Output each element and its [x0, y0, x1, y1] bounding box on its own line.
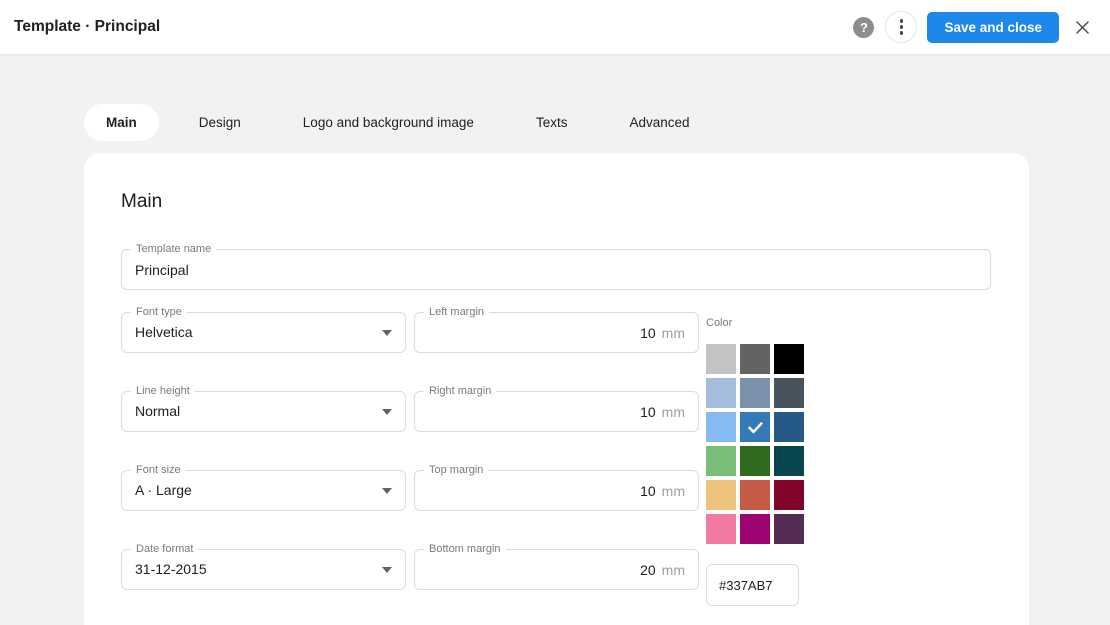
kebab-menu-icon: [900, 19, 904, 23]
color-swatch[interactable]: [740, 480, 770, 510]
field-label: Date format: [131, 543, 198, 556]
color-swatch-selected[interactable]: [740, 412, 770, 442]
check-icon: [746, 418, 765, 437]
field-label: Left margin: [424, 306, 489, 319]
margin-unit: mm: [662, 404, 685, 420]
section-heading: Main: [121, 191, 991, 213]
margin-value: 10: [640, 404, 656, 420]
help-icon: ?: [860, 20, 868, 35]
settings-card: Main Template name Font type Helvetica L…: [84, 153, 1029, 625]
margin-value: 10: [640, 483, 656, 499]
line-height-select[interactable]: Line height Normal: [121, 391, 406, 432]
color-swatch[interactable]: [740, 514, 770, 544]
chevron-down-icon: [382, 488, 392, 494]
field-label: Bottom margin: [424, 543, 506, 556]
save-and-close-button[interactable]: Save and close: [927, 12, 1059, 43]
color-swatch[interactable]: [706, 480, 736, 510]
margin-unit: mm: [662, 483, 685, 499]
margin-value: 10: [640, 325, 656, 341]
top-bar: Template · Principal ? Save and close: [0, 0, 1110, 55]
margin-unit: mm: [662, 325, 685, 341]
color-swatch[interactable]: [774, 378, 804, 408]
chevron-down-icon: [382, 409, 392, 415]
template-name-input[interactable]: [122, 250, 990, 289]
page-title: Template · Principal: [14, 18, 160, 36]
more-options-button[interactable]: [885, 11, 917, 43]
tab-main[interactable]: Main: [84, 104, 159, 141]
font-type-select[interactable]: Font type Helvetica: [121, 312, 406, 353]
color-picker: Color: [706, 312, 804, 606]
tab-texts[interactable]: Texts: [514, 104, 590, 141]
color-hex-input[interactable]: [707, 565, 798, 605]
field-label: Template name: [131, 243, 216, 256]
color-swatch[interactable]: [706, 344, 736, 374]
color-hex-field: [706, 564, 799, 606]
field-label: Font type: [131, 306, 187, 319]
tab-bar: Main Design Logo and background image Te…: [84, 104, 1110, 141]
top-bar-actions: ? Save and close: [853, 11, 1092, 43]
color-swatch-grid: [706, 344, 804, 544]
color-swatch[interactable]: [706, 412, 736, 442]
chevron-down-icon: [382, 330, 392, 336]
color-swatch[interactable]: [740, 344, 770, 374]
color-swatch[interactable]: [774, 480, 804, 510]
font-size-select[interactable]: Font size A · Large: [121, 470, 406, 511]
top-margin-field[interactable]: Top margin 10 mm: [414, 470, 699, 511]
date-format-select[interactable]: Date format 31-12-2015: [121, 549, 406, 590]
field-label: Top margin: [424, 464, 488, 477]
close-icon: [1073, 18, 1092, 37]
field-label: Font size: [131, 464, 186, 477]
tab-design[interactable]: Design: [177, 104, 263, 141]
color-swatch[interactable]: [706, 378, 736, 408]
tab-logo-and-background-image[interactable]: Logo and background image: [281, 104, 496, 141]
color-swatch[interactable]: [740, 446, 770, 476]
color-swatch[interactable]: [774, 344, 804, 374]
fields-grid: Font type Helvetica Left margin 10 mm Li…: [121, 312, 699, 606]
chevron-down-icon: [382, 567, 392, 573]
tab-advanced[interactable]: Advanced: [607, 104, 711, 141]
field-label: Line height: [131, 385, 195, 398]
help-button[interactable]: ?: [853, 17, 874, 38]
margin-value: 20: [640, 562, 656, 578]
color-swatch[interactable]: [706, 446, 736, 476]
form-body: Font type Helvetica Left margin 10 mm Li…: [121, 312, 991, 606]
field-label: Right margin: [424, 385, 496, 398]
color-swatch[interactable]: [774, 412, 804, 442]
close-button[interactable]: [1073, 18, 1092, 37]
color-swatch[interactable]: [774, 514, 804, 544]
color-swatch[interactable]: [740, 378, 770, 408]
left-margin-field[interactable]: Left margin 10 mm: [414, 312, 699, 353]
color-swatch[interactable]: [706, 514, 736, 544]
margin-unit: mm: [662, 562, 685, 578]
right-margin-field[interactable]: Right margin 10 mm: [414, 391, 699, 432]
color-swatch[interactable]: [774, 446, 804, 476]
color-label: Color: [706, 317, 804, 329]
template-name-field: Template name: [121, 249, 991, 290]
bottom-margin-field[interactable]: Bottom margin 20 mm: [414, 549, 699, 590]
